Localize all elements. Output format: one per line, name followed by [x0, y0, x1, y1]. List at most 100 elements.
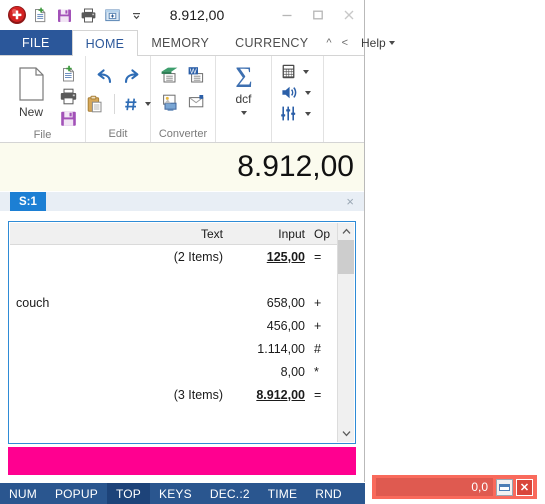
chevron-down-icon[interactable] — [144, 102, 151, 106]
save-icon[interactable] — [54, 5, 75, 26]
mini-calculator-widget[interactable]: 0,0 ✕ — [372, 475, 537, 499]
ribbon-group-file: New File — [0, 56, 86, 142]
app-logo-icon[interactable] — [6, 5, 27, 26]
calculator-row — [280, 63, 309, 80]
new-from-template-icon[interactable] — [59, 65, 78, 84]
sheet-tab-s1[interactable]: S:1 — [10, 192, 46, 211]
sound-icon[interactable] — [280, 84, 299, 101]
ribbon-group-edit-label: Edit — [108, 128, 128, 140]
export-excel-icon[interactable] — [159, 65, 180, 86]
title-bar: 8.912,00 — [0, 0, 364, 30]
ribbon-scroll-left-icon[interactable]: < — [337, 30, 353, 56]
new-document-icon[interactable] — [30, 5, 51, 26]
new-button[interactable]: New — [8, 62, 55, 119]
cell-text: (3 Items) — [173, 387, 223, 402]
column-header-text[interactable]: Text — [10, 227, 231, 241]
chevron-down-icon[interactable] — [305, 90, 311, 95]
status-bar: NUM POPUP TOP KEYS DEC.:2 TIME RND — [0, 482, 365, 504]
chevron-down-icon[interactable] — [305, 111, 311, 116]
ribbon-collapse-icon[interactable]: ^ — [321, 30, 336, 56]
table-row[interactable] — [10, 268, 337, 291]
scroll-up-icon[interactable] — [338, 223, 355, 240]
cell-input: 456,00 — [266, 318, 305, 333]
sheet-tab-strip: S:1 × — [0, 192, 364, 211]
cell-input: 8.912,00 — [256, 387, 305, 402]
table-row[interactable]: 456,00 + — [10, 314, 337, 337]
scrollbar-track[interactable] — [337, 240, 354, 425]
cell-input: 1.114,00 — [257, 341, 305, 356]
tab-currency[interactable]: CURRENCY — [222, 30, 321, 56]
scrollbar-thumb[interactable] — [337, 240, 354, 274]
settings-row — [280, 105, 311, 122]
tab-home[interactable]: HOME — [71, 30, 139, 56]
ribbon-tab-strip: FILE HOME MEMORY CURRENCY ^ < Help — [0, 30, 395, 56]
customize-qat-icon[interactable] — [126, 5, 147, 26]
file-small-buttons — [59, 62, 78, 128]
print-icon[interactable] — [59, 87, 78, 106]
save-icon[interactable] — [59, 109, 78, 128]
table-row[interactable]: (3 Items) 8.912,00 = — [10, 383, 337, 406]
sound-row — [280, 84, 311, 101]
cell-op: = — [314, 387, 322, 402]
mini-close-button[interactable]: ✕ — [516, 478, 533, 496]
sigma-icon[interactable]: Σ — [227, 61, 261, 93]
ribbon-group-tools-label — [275, 127, 320, 142]
cell-op: + — [314, 318, 322, 333]
status-item-rnd[interactable]: RND — [306, 483, 351, 504]
maximize-button[interactable] — [302, 0, 333, 30]
mini-widget-value[interactable]: 0,0 — [376, 478, 493, 496]
table-row[interactable]: 8,00 * — [10, 360, 337, 383]
status-item-time[interactable]: TIME — [259, 483, 306, 504]
number-format-icon[interactable] — [124, 96, 139, 113]
paste-format-row — [86, 94, 151, 114]
export-word-icon[interactable]: W — [186, 65, 207, 86]
close-icon[interactable]: × — [346, 194, 354, 209]
divider — [113, 94, 115, 114]
calculator-icon[interactable] — [280, 63, 297, 80]
column-header-op[interactable]: Op — [311, 227, 337, 241]
status-item-popup[interactable]: POPUP — [46, 483, 107, 504]
screenshot-icon[interactable] — [102, 5, 123, 26]
table-row[interactable]: 1.114,00 # — [10, 337, 337, 360]
status-item-num[interactable]: NUM — [0, 483, 46, 504]
column-header-input[interactable]: Input — [231, 227, 311, 241]
converter-row-2 — [159, 92, 207, 112]
cell-input: 658,00 — [266, 295, 305, 310]
undo-icon[interactable] — [94, 68, 115, 86]
calculator-window: 8.912,00 FILE HOME MEMORY CURRENCY ^ < H… — [0, 0, 395, 504]
status-item-top[interactable]: TOP — [106, 482, 151, 504]
table-row[interactable]: couch 658,00 + — [10, 291, 337, 314]
cell-text: (2 Items) — [173, 249, 223, 264]
tape-rows: (2 Items) 125,00 = couch 658,00 + 456,00… — [10, 245, 337, 442]
minimize-button[interactable] — [271, 0, 302, 30]
export-image-icon[interactable] — [159, 92, 180, 112]
print-icon[interactable] — [78, 5, 99, 26]
redo-icon[interactable] — [121, 68, 142, 86]
chevron-down-icon[interactable] — [303, 69, 309, 74]
tab-file[interactable]: FILE — [0, 30, 72, 56]
tape-inner: Text Input Op (2 Items) 125,00 = couch 6… — [9, 222, 355, 443]
tape-scrollbar[interactable] — [337, 223, 354, 442]
dcf-label[interactable]: dcf — [235, 92, 251, 106]
tab-memory[interactable]: MEMORY — [138, 30, 222, 56]
undo-redo-row — [94, 68, 142, 86]
help-menu[interactable]: Help — [353, 30, 399, 56]
close-button[interactable] — [333, 0, 364, 30]
main-display[interactable]: 8.912,00 — [0, 143, 364, 192]
paste-icon[interactable] — [86, 95, 105, 114]
settings-sliders-icon[interactable] — [280, 105, 299, 122]
highlight-bar[interactable] — [8, 447, 356, 475]
table-row[interactable]: (2 Items) 125,00 = — [10, 245, 337, 268]
chevron-down-icon[interactable] — [240, 111, 247, 115]
status-item-keys[interactable]: KEYS — [150, 483, 201, 504]
status-item-dec[interactable]: DEC.:2 — [201, 483, 259, 504]
ribbon-group-converter-label: Converter — [158, 128, 208, 140]
ribbon-group-sum: Σ dcf — [216, 56, 272, 142]
restore-icon — [499, 483, 510, 491]
mini-restore-button[interactable] — [496, 478, 513, 496]
close-icon: ✕ — [519, 481, 530, 494]
cell-input: 8,00 — [280, 364, 305, 379]
quick-access-toolbar — [0, 5, 147, 26]
export-email-icon[interactable] — [186, 92, 207, 112]
scroll-down-icon[interactable] — [338, 425, 355, 442]
